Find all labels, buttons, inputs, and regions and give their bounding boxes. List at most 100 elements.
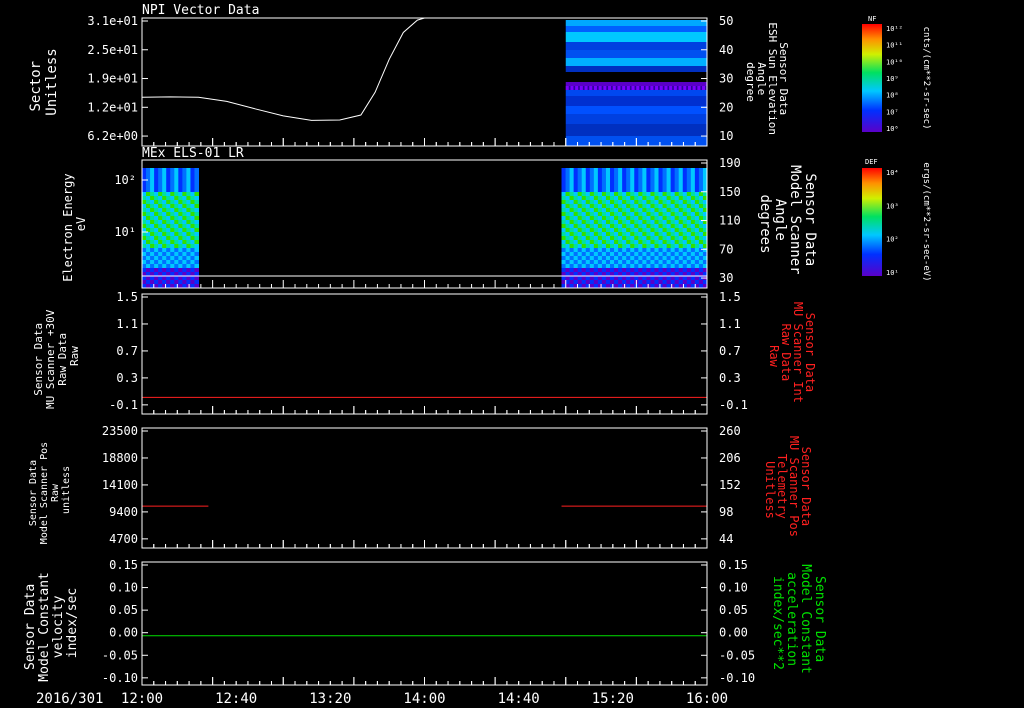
spectrogram-cell	[666, 240, 672, 244]
spectrogram-cell	[142, 252, 147, 256]
spectrogram-cell	[569, 196, 575, 200]
spectrogram-cell	[166, 252, 171, 256]
spectrogram-cell	[698, 196, 704, 200]
spectrogram-cell	[650, 168, 655, 172]
spectrogram-cell	[694, 280, 700, 284]
spectrogram-cell	[150, 244, 155, 248]
spectrogram-cell	[686, 268, 692, 272]
right-ticks-3: 1.51.10.70.3-0.1	[141, 290, 748, 414]
spectrogram-cell	[601, 224, 607, 228]
spectrogram-cell	[678, 240, 684, 244]
spectrogram-cell	[158, 244, 163, 248]
spectrogram-cell	[686, 240, 692, 244]
spectrogram-cell	[182, 272, 187, 276]
spectrogram-cell	[154, 228, 159, 232]
spectrogram-cell	[603, 86, 607, 90]
spectrogram-cell	[605, 168, 611, 172]
spectrogram-cell	[642, 268, 647, 272]
spectrogram-cell	[569, 228, 575, 232]
spectrogram-cell	[146, 260, 151, 264]
spectrogram-cell	[610, 224, 615, 228]
colorbar-def-ticks: 10⁴10³10²10¹	[886, 169, 899, 277]
spectrogram-cell	[622, 168, 627, 172]
spectrogram-cell	[573, 200, 579, 204]
spectrogram-cell	[658, 188, 664, 192]
spectrogram-cell	[174, 244, 179, 248]
spectrogram-cell	[634, 244, 639, 248]
y-tick-label: 0.3	[719, 371, 741, 385]
spectrogram-cell	[666, 284, 672, 288]
y-tick-label: 98	[719, 505, 733, 519]
spectrogram-cell	[150, 180, 155, 184]
spectrogram-cell	[610, 240, 615, 244]
spectrogram-cell	[162, 216, 167, 220]
spectrogram-cell	[166, 192, 171, 196]
colorbar-nf: NF 10¹²10¹¹10¹⁰10⁹10⁸10⁷10⁶ cnts/(cm**2-…	[862, 15, 931, 133]
spectrogram-cell	[166, 216, 171, 220]
spectrogram-cell	[589, 256, 595, 260]
rlabel-line: Model Constant	[798, 564, 813, 674]
y-tick-label: 1.5	[719, 290, 741, 304]
spectrogram-cell	[650, 256, 655, 260]
spectrogram-cell	[646, 192, 651, 196]
spectrogram-cell	[682, 220, 688, 224]
spectrogram-cell	[690, 272, 696, 276]
spectrogram-cell	[577, 240, 583, 244]
spectrogram-cell	[634, 188, 639, 192]
y-tick-label: 10¹	[114, 225, 136, 239]
spectrogram-cell	[565, 260, 571, 264]
spectrogram-cell	[589, 284, 595, 288]
spectrogram-cell	[577, 284, 583, 288]
spectrogram-cell	[690, 188, 696, 192]
spectrogram-cell	[698, 244, 704, 248]
spectrogram-cell	[561, 248, 567, 252]
spectrogram-cell	[670, 212, 676, 216]
spectrogram-cell	[142, 268, 147, 272]
spectrogram-cell	[655, 86, 659, 90]
spectrogram-cell	[142, 228, 147, 232]
spectrogram-cell	[698, 216, 704, 220]
spectrogram-cell	[674, 272, 680, 276]
spectrogram-cell	[670, 188, 676, 192]
spectrogram-cell	[642, 256, 647, 260]
spectrogram-cell	[694, 244, 700, 248]
spectrogram-cell	[650, 176, 655, 180]
y-tick-label: 0.7	[116, 344, 138, 358]
spectrogram-cell	[170, 200, 175, 204]
spectrogram-cell	[170, 280, 175, 284]
spectrogram-cell	[626, 276, 631, 280]
spectrogram-cell	[605, 252, 611, 256]
spectrogram-cell	[618, 180, 623, 184]
spectrogram-cell	[610, 252, 615, 256]
spectrogram-cell	[146, 280, 151, 284]
spectrogram-cell	[194, 268, 199, 272]
spectrogram-cell	[618, 264, 623, 268]
spectrogram-cell	[190, 168, 195, 172]
spectrogram-cell	[658, 244, 664, 248]
spectrogram-cell	[674, 260, 680, 264]
spectrogram-cell	[170, 216, 175, 220]
spectrogram-cell	[182, 192, 187, 196]
spectrogram-cell	[642, 208, 647, 212]
spectrogram-cell	[194, 192, 199, 196]
spectrogram-cell	[146, 272, 151, 276]
spectrogram-cell	[670, 176, 676, 180]
spectrogram-cell	[622, 176, 627, 180]
spectrogram-cell	[573, 256, 579, 260]
spectrogram-cell	[686, 256, 692, 260]
colorbar-nf-gradient	[862, 24, 882, 132]
spectrogram-cell	[166, 180, 171, 184]
spectrogram-cell	[561, 276, 567, 280]
spectrogram-cell	[622, 268, 627, 272]
spectrogram-cell	[682, 184, 688, 188]
spectrogram-cell	[654, 220, 660, 224]
spectrogram-cell	[670, 236, 676, 240]
colorbar-def: DEF 10⁴10³10²10¹ ergs/(cm**2-sr-sec-eV)	[862, 158, 931, 282]
spectrogram-cell	[682, 272, 688, 276]
spectrogram-cell	[634, 240, 639, 244]
spectrogram-cell	[610, 200, 615, 204]
spectrogram-cell	[610, 176, 615, 180]
spectrogram-cell	[194, 212, 199, 216]
spectrogram-cell	[190, 184, 195, 188]
spectrogram-cell	[561, 176, 567, 180]
